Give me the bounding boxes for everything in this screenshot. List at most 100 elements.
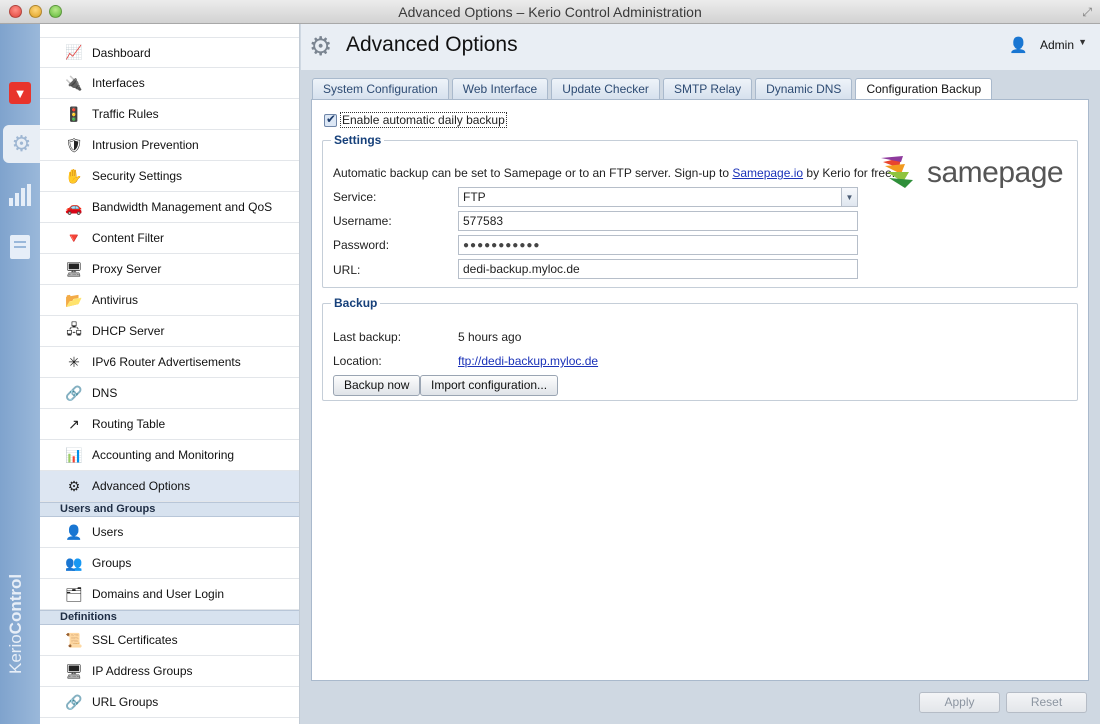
sidebar-item-dhcp-server[interactable]: 🖧 DHCP Server <box>40 316 299 347</box>
sidebar-item-label: Advanced Options <box>92 479 191 493</box>
location-link[interactable]: ftp://dedi-backup.myloc.de <box>458 354 598 368</box>
sidebar-item-label: Bandwidth Management and QoS <box>92 200 273 214</box>
sidebar-item-ssl-certificates[interactable]: 📜 SSL Certificates <box>40 625 299 656</box>
antivirus-icon: 📂 <box>65 291 83 308</box>
samepage-logo: samepage <box>879 156 1064 190</box>
tab-smtp-relay[interactable]: SMTP Relay <box>662 78 753 100</box>
samepage-logo-text: samepage <box>927 156 1064 189</box>
brand-right: Control <box>6 573 25 635</box>
apply-button[interactable]: Apply <box>919 692 1000 713</box>
funnel-icon: 🔻 <box>65 229 83 246</box>
enable-backup-checkbox[interactable] <box>324 112 337 127</box>
sidebar-item-accounting-monitoring[interactable]: 📊 Accounting and Monitoring <box>40 440 299 471</box>
group-icon: 👥 <box>65 554 83 571</box>
fullscreen-icon[interactable]: ⤢ <box>1082 5 1092 20</box>
document-icon <box>10 235 30 259</box>
sidebar-item-label: Groups <box>92 556 132 570</box>
sidebar-item-label: Antivirus <box>92 293 139 307</box>
sidebar-item-label: Content Filter <box>92 231 165 245</box>
rail-statistics-button[interactable] <box>0 176 40 214</box>
user-icon: 👤 <box>1009 37 1028 54</box>
last-backup-label: Last backup: <box>333 330 402 344</box>
enable-backup-row[interactable]: Enable automatic daily backup <box>324 112 507 128</box>
proxy-icon: 🖥 <box>65 260 83 277</box>
sidebar-item-label: Traffic Rules <box>92 107 159 121</box>
sidebar-item-label: Interfaces <box>92 76 145 90</box>
sidebar-item-label: DHCP Server <box>92 324 165 338</box>
sidebar-item-url-groups[interactable]: 🔗 URL Groups <box>40 687 299 718</box>
samepage-link[interactable]: Samepage.io <box>732 166 803 180</box>
monitoring-icon: 📊 <box>65 446 83 463</box>
samepage-info-text: Automatic backup can be set to Samepage … <box>333 166 895 180</box>
sidebar-item-intrusion-prevention[interactable]: 🛡 Intrusion Prevention <box>40 130 299 161</box>
chevron-down-icon[interactable]: ▼ <box>1078 37 1087 47</box>
tab-update-checker[interactable]: Update Checker <box>551 78 660 100</box>
bar-chart-icon <box>9 184 31 206</box>
tab-dynamic-dns[interactable]: Dynamic DNS <box>755 78 853 100</box>
user-menu-button[interactable]: Admin <box>1040 38 1074 52</box>
sidebar-item-bandwidth-management[interactable]: 🚗 Bandwidth Management and QoS <box>40 192 299 223</box>
sidebar-item-domains-user-login[interactable]: 🗂 Domains and User Login <box>40 579 299 610</box>
backup-now-button[interactable]: Backup now <box>333 375 421 396</box>
sidebar-item-label: Domains and User Login <box>92 587 225 601</box>
backup-fieldset: Backup Last backup: 5 hours ago Location… <box>322 296 1078 401</box>
stop-hand-icon: ✋ <box>65 167 83 184</box>
sidebar-item-proxy-server[interactable]: 🖥 Proxy Server <box>40 254 299 285</box>
username-field[interactable]: 577583 <box>458 211 858 231</box>
sidebar-item-ipv6-router-advertisements[interactable]: ✳ IPv6 Router Advertisements <box>40 347 299 378</box>
samepage-logo-mark <box>881 156 913 188</box>
sidebar-item-traffic-rules[interactable]: 🚦 Traffic Rules <box>40 99 299 130</box>
sidebar-item-antivirus[interactable]: 📂 Antivirus <box>40 285 299 316</box>
password-field[interactable]: ●●●●●●●●●●● <box>458 235 858 255</box>
sidebar-item-label: SSL Certificates <box>92 633 178 647</box>
service-value: FTP <box>463 190 486 204</box>
sidebar-group-definitions: Definitions <box>40 610 299 625</box>
sidebar-item-label: Users <box>92 525 124 539</box>
sidebar-item-users[interactable]: 👤 Users <box>40 517 299 548</box>
password-label: Password: <box>333 238 390 252</box>
ipv6-icon: ✳ <box>68 353 80 370</box>
url-group-icon: 🔗 <box>65 693 83 710</box>
sidebar-item-label: Security Settings <box>92 169 183 183</box>
service-select[interactable]: FTP ▼ <box>458 187 858 207</box>
car-icon: 🚗 <box>65 198 83 215</box>
enable-backup-label[interactable]: Enable automatic daily backup <box>340 112 507 128</box>
sidebar-item-routing-table[interactable]: ↗ Routing Table <box>40 409 299 440</box>
import-configuration-button[interactable]: Import configuration... <box>420 375 559 396</box>
sidebar-item-label: Proxy Server <box>92 262 162 276</box>
sidebar-item-groups[interactable]: 👥 Groups <box>40 548 299 579</box>
certificate-icon: 📜 <box>65 631 83 648</box>
settings-legend: Settings <box>334 133 382 147</box>
sidebar-item-ip-address-groups[interactable]: 🖥 IP Address Groups <box>40 656 299 687</box>
tab-system-configuration[interactable]: System Configuration <box>312 78 449 100</box>
sidebar-item-advanced-options[interactable]: ⚙ Advanced Options <box>40 471 299 502</box>
gear-icon: ⚙ <box>67 477 81 494</box>
network-icon: 🖧 <box>66 321 82 337</box>
sidebar-item-dns[interactable]: 🔗 DNS <box>40 378 299 409</box>
brand-logo: KerioControl <box>6 574 26 674</box>
routing-icon: ↗ <box>68 415 80 432</box>
sidebar-item-label: DNS <box>92 386 118 400</box>
chevron-down-icon[interactable]: ▼ <box>841 188 857 206</box>
rail-configuration-button[interactable]: ⚙ <box>3 125 40 163</box>
info-prefix: Automatic backup can be set to Samepage … <box>333 166 733 180</box>
tab-configuration-backup[interactable]: Configuration Backup <box>855 78 993 101</box>
user-icon: 👤 <box>65 523 83 540</box>
url-label: URL: <box>333 263 361 277</box>
kerio-shield-icon: ▼ <box>9 82 31 104</box>
tab-web-interface[interactable]: Web Interface <box>451 78 549 100</box>
dns-icon: 🔗 <box>65 384 83 401</box>
page-header: ⚙ Advanced Options 👤 Admin ▼ <box>301 24 1100 70</box>
reset-button[interactable]: Reset <box>1006 692 1087 713</box>
shield-icon: 🛡 <box>65 136 83 153</box>
tab-bar: System Configuration Web Interface Updat… <box>312 78 993 101</box>
sidebar-item-security-settings[interactable]: ✋ Security Settings <box>40 161 299 192</box>
sidebar-item-label: Intrusion Prevention <box>92 138 199 152</box>
sidebar-item-interfaces[interactable]: 🔌 Interfaces <box>40 68 299 99</box>
rail-firewall-button[interactable]: ▼ <box>0 74 40 112</box>
sidebar-item-content-filter[interactable]: 🔻 Content Filter <box>40 223 299 254</box>
url-field[interactable]: dedi-backup.myloc.de <box>458 259 858 279</box>
sidebar-item-dashboard[interactable]: 📈 Dashboard <box>40 37 299 68</box>
ip-group-icon: 🖥 <box>65 662 83 679</box>
rail-logs-button[interactable] <box>0 228 40 266</box>
